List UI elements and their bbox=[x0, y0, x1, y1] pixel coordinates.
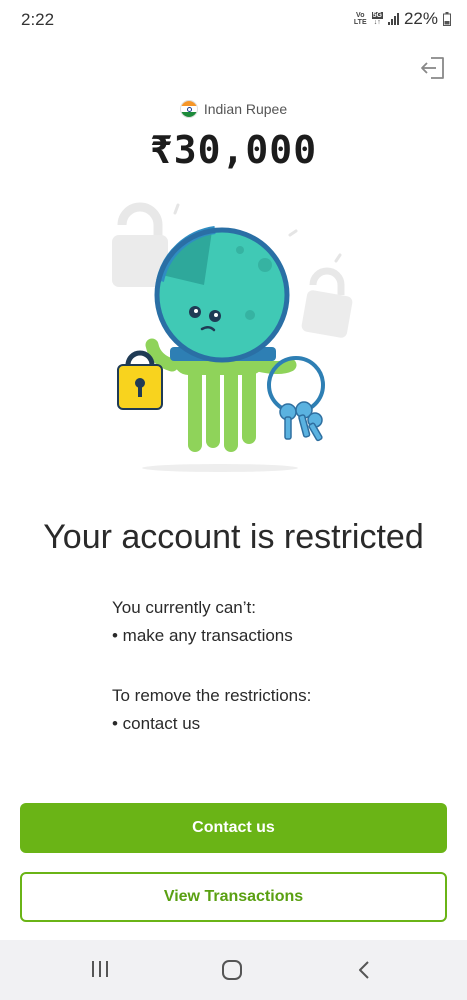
home-icon[interactable] bbox=[222, 960, 242, 980]
status-bar: 2:22 Vo LTE 5G ↓↑ 22% bbox=[0, 0, 467, 40]
restrictions-list: You currently can’t: • make any transact… bbox=[112, 594, 293, 650]
balance-amount: ₹30,000 bbox=[149, 128, 318, 172]
signal-icon bbox=[387, 13, 399, 25]
exit-icon bbox=[421, 57, 444, 79]
contact-us-button[interactable]: Contact us bbox=[20, 803, 447, 853]
currency-row: Indian Rupee bbox=[0, 100, 467, 118]
battery-percent: 22% bbox=[403, 9, 438, 28]
background-lock-icon bbox=[301, 267, 353, 338]
back-icon[interactable] bbox=[355, 960, 375, 980]
battery-icon bbox=[443, 12, 451, 26]
currency-name: Indian Rupee bbox=[203, 101, 288, 117]
view-transactions-button[interactable]: View Transactions bbox=[20, 872, 447, 922]
recents-icon[interactable] bbox=[92, 961, 108, 977]
volte-icon: Vo LTE bbox=[353, 12, 367, 26]
restriction-item: • make any transactions bbox=[112, 626, 293, 645]
5g-icon: 5G ↓↑ bbox=[371, 12, 383, 26]
restricted-account-illustration bbox=[112, 202, 353, 472]
restrictions-title: You currently can’t: bbox=[112, 598, 256, 617]
remedy-list: To remove the restrictions: • contact us bbox=[112, 682, 311, 738]
status-time: 2:22 bbox=[21, 10, 55, 29]
page-title: Your account is restricted bbox=[43, 518, 424, 556]
remedy-title: To remove the restrictions: bbox=[112, 686, 312, 705]
india-flag-icon bbox=[179, 100, 198, 118]
remedy-item: • contact us bbox=[112, 714, 201, 733]
status-indicators: Vo LTE 5G ↓↑ 22% bbox=[354, 9, 451, 29]
system-navigation-bar bbox=[0, 940, 467, 1000]
logout-button[interactable] bbox=[419, 54, 447, 82]
